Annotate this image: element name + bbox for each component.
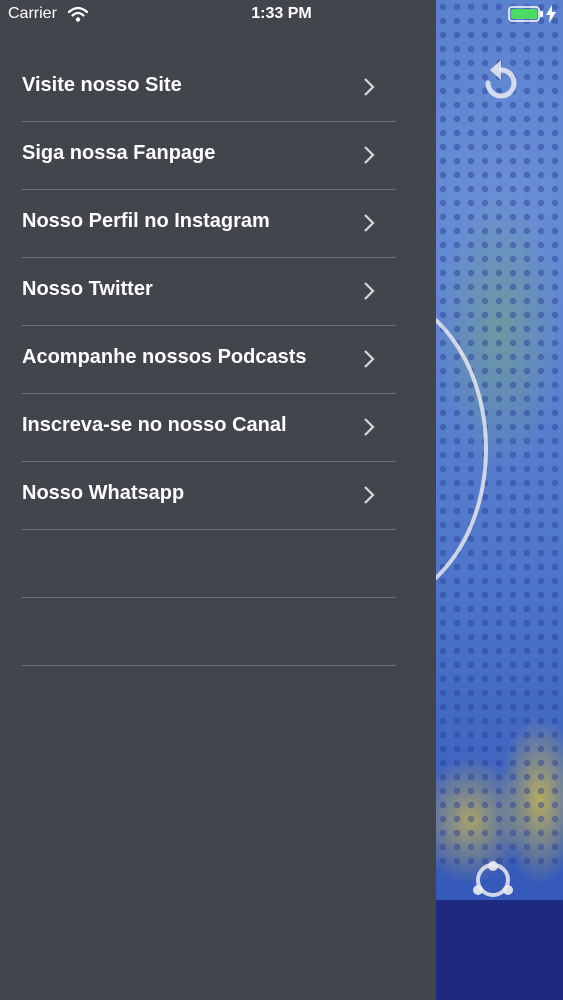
menu-item-empty (22, 530, 396, 598)
menu-item-podcasts[interactable]: Acompanhe nossos Podcasts (22, 326, 396, 394)
menu-item-label: Nosso Perfil no Instagram (22, 210, 270, 232)
chevron-right-icon (364, 78, 375, 96)
menu-item-instagram[interactable]: Nosso Perfil no Instagram (22, 190, 396, 258)
menu-item-whatsapp[interactable]: Nosso Whatsapp (22, 462, 396, 530)
chevron-right-icon (364, 282, 375, 300)
menu-item-fanpage[interactable]: Siga nossa Fanpage (22, 122, 396, 190)
menu-item-label: Visite nosso Site (22, 74, 182, 96)
menu-item-empty (22, 598, 396, 666)
side-menu: Visite nosso Site Siga nossa Fanpage Nos… (0, 0, 436, 1000)
refresh-icon[interactable] (474, 56, 528, 110)
chevron-right-icon (364, 350, 375, 368)
chevron-right-icon (364, 486, 375, 504)
menu-item-label: Acompanhe nossos Podcasts (22, 346, 307, 368)
status-bar: Carrier 1:33 PM (0, 0, 563, 30)
menu-item-channel[interactable]: Inscreva-se no nosso Canal (22, 394, 396, 462)
battery-icon (508, 6, 543, 22)
menu-item-label: Siga nossa Fanpage (22, 142, 216, 164)
chevron-right-icon (364, 214, 375, 232)
chevron-right-icon (364, 418, 375, 436)
chevron-right-icon (364, 146, 375, 164)
background-footer (436, 900, 563, 1000)
menu-item-label: Nosso Whatsapp (22, 482, 185, 504)
clock: 1:33 PM (251, 5, 312, 22)
share-icon[interactable] (468, 858, 518, 908)
menu-item-label: Inscreva-se no nosso Canal (22, 414, 287, 436)
menu-item-label: Nosso Twitter (22, 278, 153, 300)
menu-item-site[interactable]: Visite nosso Site (22, 54, 396, 122)
menu-item-twitter[interactable]: Nosso Twitter (22, 258, 396, 326)
charging-bolt-icon (546, 5, 556, 23)
